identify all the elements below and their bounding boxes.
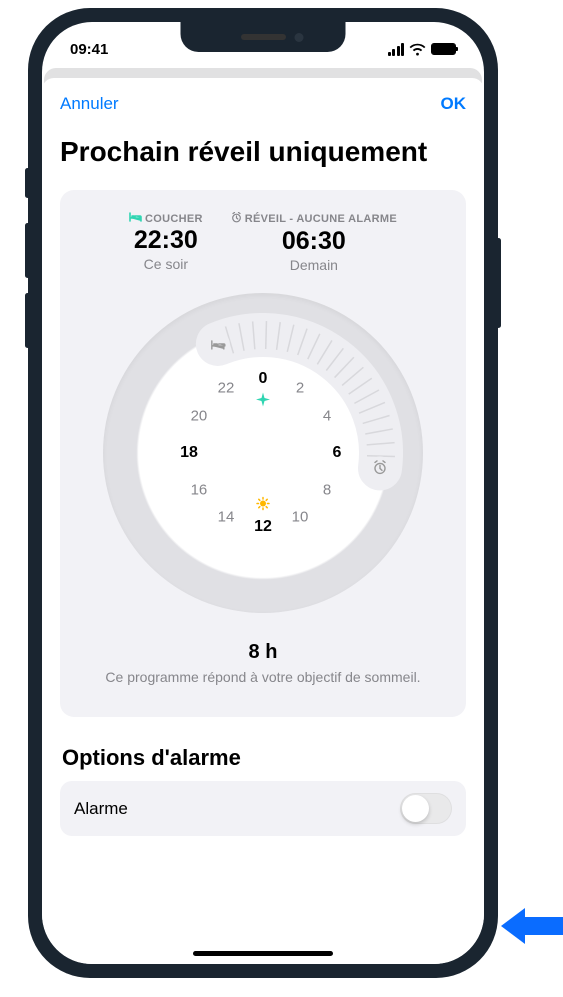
home-indicator[interactable] xyxy=(193,951,333,956)
sleep-dial[interactable]: 0 2 4 6 8 10 12 14 16 18 20 22 xyxy=(103,293,423,613)
dial-hour-22: 22 xyxy=(218,380,235,397)
wifi-icon xyxy=(409,43,426,56)
bedtime-block: COUCHER 22:30 Ce soir xyxy=(129,212,203,273)
dial-hour-10: 10 xyxy=(292,508,309,525)
dial-hour-4: 4 xyxy=(323,407,331,424)
speaker xyxy=(241,34,286,40)
alarm-icon xyxy=(231,212,242,226)
phone-frame: 09:41 Annuler OK Prochain réveil uniquem… xyxy=(28,8,498,978)
notch xyxy=(181,22,346,52)
dial-hour-8: 8 xyxy=(323,481,331,498)
bedtime-handle xyxy=(206,331,230,355)
volume-up-button xyxy=(25,223,30,278)
front-camera xyxy=(295,33,304,42)
dial-hour-6: 6 xyxy=(333,444,342,462)
screen: 09:41 Annuler OK Prochain réveil uniquem… xyxy=(42,22,484,964)
alarm-options-title: Options d'alarme xyxy=(62,745,464,771)
bedtime-day: Ce soir xyxy=(129,256,203,272)
wake-value: 06:30 xyxy=(231,228,397,256)
dial-hour-20: 20 xyxy=(191,407,208,424)
sun-icon xyxy=(256,496,270,513)
duration-hours: 8 h xyxy=(78,641,448,664)
wake-label: RÉVEIL - AUCUNE ALARME xyxy=(245,213,397,225)
cancel-button[interactable]: Annuler xyxy=(60,94,119,114)
wake-handle xyxy=(368,456,392,480)
alarm-toggle[interactable] xyxy=(400,793,452,824)
sleep-schedule-modal: Annuler OK Prochain réveil uniquement CO… xyxy=(42,78,484,964)
battery-icon xyxy=(431,43,456,55)
wake-block: RÉVEIL - AUCUNE ALARME 06:30 Demain xyxy=(231,212,397,273)
dial-hour-14: 14 xyxy=(218,508,235,525)
sparkle-icon xyxy=(256,392,270,409)
dial-hour-18: 18 xyxy=(180,444,198,462)
dial-hour-0: 0 xyxy=(259,370,268,388)
dial-hour-2: 2 xyxy=(296,380,304,397)
dial-hour-12: 12 xyxy=(254,518,272,536)
dial-hour-16: 16 xyxy=(191,481,208,498)
duration-message: Ce programme répond à votre objectif de … xyxy=(78,668,448,688)
wake-day: Demain xyxy=(231,257,397,273)
alarm-toggle-row: Alarme xyxy=(60,781,466,836)
bed-icon xyxy=(129,212,142,225)
bedtime-label: COUCHER xyxy=(145,213,203,225)
page-title: Prochain réveil uniquement xyxy=(60,136,466,168)
bedtime-value: 22:30 xyxy=(129,227,203,255)
ok-button[interactable]: OK xyxy=(441,94,467,114)
volume-down-button xyxy=(25,293,30,348)
sleep-schedule-card: COUCHER 22:30 Ce soir RÉVEIL - AUCUNE AL… xyxy=(60,190,466,717)
alarm-label: Alarme xyxy=(74,799,128,819)
callout-arrow xyxy=(501,908,563,944)
cellular-icon xyxy=(388,43,405,56)
status-time: 09:41 xyxy=(70,41,108,58)
silent-switch xyxy=(25,168,30,198)
power-button xyxy=(496,238,501,328)
